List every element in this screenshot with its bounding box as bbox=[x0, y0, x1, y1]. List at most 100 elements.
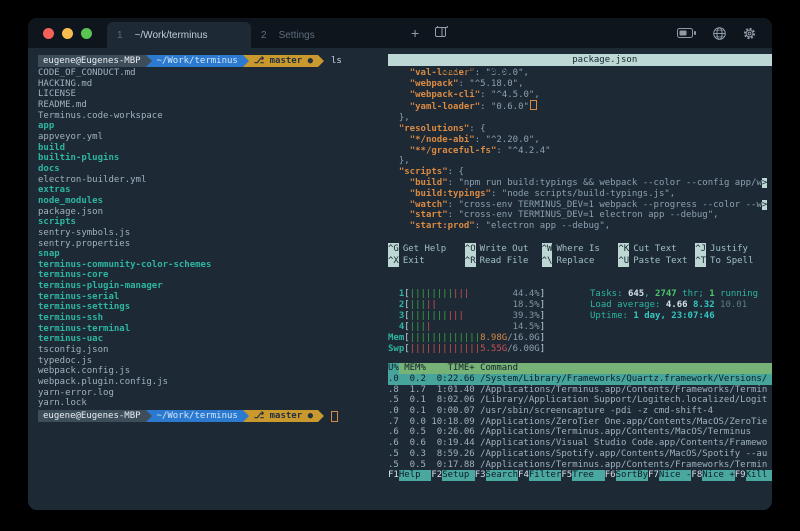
cell-time: 0:22.66 bbox=[426, 374, 475, 385]
cell-time: 0:26.06 bbox=[426, 427, 475, 438]
htop-info-line: Load average: 4.66 8.32 10.01 bbox=[590, 300, 758, 311]
maximize-window-button[interactable] bbox=[81, 28, 92, 39]
file-item: yarn.lock bbox=[38, 398, 388, 409]
fn-key-f7: F7Nice - bbox=[648, 470, 691, 481]
terminal-window: 1~/Work/terminus2Settings + bbox=[28, 18, 772, 510]
gear-icon[interactable] bbox=[743, 27, 756, 40]
split-pane-button[interactable] bbox=[435, 25, 448, 41]
cell-command: /Applications/Spotify.app/Contents/MacOS… bbox=[475, 449, 772, 460]
prompt-path: ~/Work/terminus bbox=[152, 410, 243, 422]
meter-label: 2 bbox=[388, 300, 404, 311]
nano-shortcut: ^KCut Text bbox=[618, 243, 695, 255]
process-rows: .00.20:22.66/System/Library/Frameworks/Q… bbox=[388, 374, 772, 470]
meter-bar: |||||||||||44.4% bbox=[410, 289, 540, 300]
fn-key-f4: F4Filter bbox=[518, 470, 561, 481]
new-tab-button[interactable]: + bbox=[411, 25, 419, 41]
battery-icon[interactable] bbox=[677, 28, 696, 38]
nano-titlebar: GNU nano 4.5 package.json bbox=[388, 54, 772, 66]
nano-cursor bbox=[530, 100, 537, 110]
column-header-cpu[interactable]: U% bbox=[388, 363, 399, 374]
fn-key-number: F1 bbox=[388, 470, 399, 481]
shell-prompt: eugene@Eugenes-MBP~/Work/terminus⎇ maste… bbox=[38, 410, 388, 422]
cell-mem: 0.2 bbox=[399, 374, 426, 385]
tab-settings[interactable]: 2Settings bbox=[251, 22, 395, 48]
fn-key-label: Kill bbox=[746, 470, 772, 481]
file-item: terminus-ssh bbox=[38, 313, 388, 324]
globe-icon[interactable] bbox=[713, 27, 726, 40]
meter-value: 5.55G/6.00G bbox=[480, 344, 540, 355]
htop-info-line: Tasks: 645, 2747 thr; 1 running bbox=[590, 289, 758, 300]
shortcut-key: ^W bbox=[542, 243, 553, 255]
typed-command: ls bbox=[324, 56, 342, 66]
cell-cpu: .8 bbox=[388, 385, 399, 396]
process-row[interactable]: .50.38:59.26/Applications/Spotify.app/Co… bbox=[388, 449, 772, 460]
process-row[interactable]: .00.20:22.66/System/Library/Frameworks/Q… bbox=[388, 374, 772, 385]
file-item: terminus-plugin-manager bbox=[38, 281, 388, 292]
meter-swp: Swp[|||||||||||||5.55G/6.00G] bbox=[388, 344, 578, 355]
nano-filename: package.json bbox=[572, 54, 637, 66]
cell-cpu: .5 bbox=[388, 449, 399, 460]
shortcut-key: ^T bbox=[695, 255, 706, 267]
nano-lines: "val-loader": "3.0.0", "webpack": "^5.18… bbox=[388, 68, 772, 232]
file-item: webpack.config.js bbox=[38, 366, 388, 377]
meter-value: 44.4% bbox=[513, 289, 540, 300]
cell-cpu: .6 bbox=[388, 438, 399, 449]
file-item: CODE_OF_CONDUCT.md bbox=[38, 68, 388, 79]
cell-mem: 0.3 bbox=[399, 449, 426, 460]
git-dirty-dot-icon: ● bbox=[308, 56, 313, 66]
file-item: build bbox=[38, 143, 388, 154]
meter-3: 3[||||||||||39.3%] bbox=[388, 311, 578, 322]
shortcut-label: To Spell bbox=[710, 255, 753, 267]
terminal-pane-right[interactable]: GNU nano 4.5 package.json "val-loader": … bbox=[388, 48, 772, 510]
fn-key-label: Search bbox=[486, 470, 519, 481]
meter-label: 3 bbox=[388, 311, 404, 322]
process-row[interactable]: .00.10:00.07/usr/sbin/screencapture -pdi… bbox=[388, 406, 772, 417]
fn-key-label: Nice - bbox=[659, 470, 692, 481]
nano-code-line: }, bbox=[388, 156, 772, 167]
meter-label: Mem bbox=[388, 333, 404, 344]
shortcut-label: Write Out bbox=[480, 243, 529, 255]
nano-shortcut-row: ^GGet Help^OWrite Out^WWhere Is^KCut Tex… bbox=[388, 243, 772, 255]
process-row[interactable]: .50.50:17.88/Applications/Terminus.app/C… bbox=[388, 460, 772, 471]
process-row[interactable]: .50.18:02.06/Library/Application Support… bbox=[388, 395, 772, 406]
meter-1: 1[|||||||||||44.4%] bbox=[388, 289, 578, 300]
fn-key-label: SortBy bbox=[616, 470, 649, 481]
close-window-button[interactable] bbox=[43, 28, 54, 39]
file-item: terminus-terminal bbox=[38, 324, 388, 335]
cell-command: /Applications/ZeroTier One.app/Contents/… bbox=[475, 417, 772, 428]
column-header-mem[interactable]: MEM% bbox=[399, 363, 426, 374]
git-branch-name: master bbox=[270, 411, 308, 421]
file-item: appveyor.yml bbox=[38, 132, 388, 143]
nano-shortcut: ^\Replace bbox=[542, 255, 619, 267]
minimize-window-button[interactable] bbox=[62, 28, 73, 39]
file-item: app bbox=[38, 121, 388, 132]
nano-version: GNU nano 4.5 bbox=[431, 67, 507, 77]
nano-code-line: "start": "cross-env TERMINUS_DEV=1 elect… bbox=[388, 210, 772, 221]
meter-bar: ||||14.5% bbox=[410, 322, 540, 333]
cell-mem: 0.0 bbox=[399, 417, 426, 428]
column-header-time[interactable]: TIME+ bbox=[426, 363, 475, 374]
shortcut-key: ^J bbox=[695, 243, 706, 255]
tab--work-terminus[interactable]: 1~/Work/terminus bbox=[107, 22, 251, 48]
fn-key-number: F7 bbox=[648, 470, 659, 481]
meter-2: 2[|||||18.5%] bbox=[388, 300, 578, 311]
process-row[interactable]: .60.60:19.44/Applications/Visual Studio … bbox=[388, 438, 772, 449]
fn-key-number: F4 bbox=[518, 470, 529, 481]
fn-key-label: Nice + bbox=[702, 470, 735, 481]
htop-meters-area: 1[|||||||||||44.4%]2[|||||18.5%]3[||||||… bbox=[388, 289, 772, 355]
titlebar[interactable]: 1~/Work/terminus2Settings + bbox=[28, 18, 772, 48]
column-header-command[interactable]: Command bbox=[475, 363, 772, 374]
file-list-bottom-prompt-slot: eugene@Eugenes-MBP~/Work/terminus⎇ maste… bbox=[38, 410, 388, 422]
prompt-git-segment: ⎇ master ● bbox=[249, 55, 318, 67]
file-item: terminus-community-color-schemes bbox=[38, 260, 388, 271]
nano-shortcut: ^WWhere Is bbox=[542, 243, 619, 255]
cell-mem: 1.7 bbox=[399, 385, 426, 396]
process-row[interactable]: .60.50:26.06/Applications/Terminus.app/C… bbox=[388, 427, 772, 438]
process-row[interactable]: .70.010:18.09/Applications/ZeroTier One.… bbox=[388, 417, 772, 428]
terminal-pane-left[interactable]: eugene@Eugenes-MBP~/Work/terminus⎇ maste… bbox=[28, 48, 388, 510]
process-row[interactable]: .81.71:01.40/Applications/Terminus.app/C… bbox=[388, 385, 772, 396]
cell-cpu: .0 bbox=[388, 406, 399, 417]
line-overflow-marker: > bbox=[762, 178, 767, 188]
fn-key-number: F8 bbox=[691, 470, 702, 481]
nano-shortcut-row: ^XExit^RRead File^\Replace^UPaste Text^T… bbox=[388, 255, 772, 267]
